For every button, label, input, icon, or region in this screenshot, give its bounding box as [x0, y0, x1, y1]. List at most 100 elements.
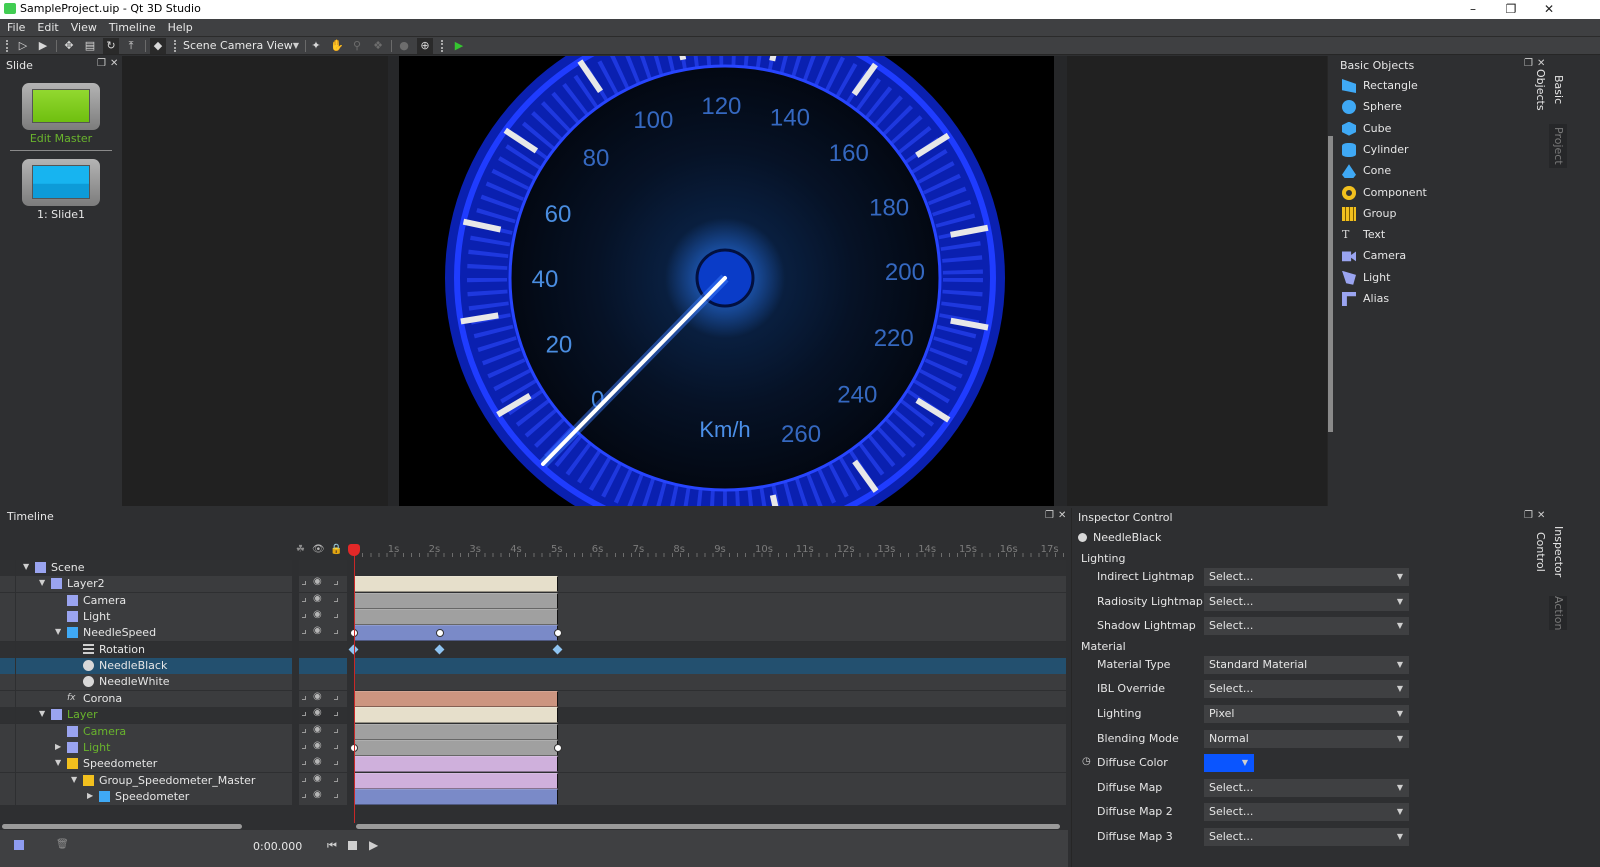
play-icon[interactable]: ▶ — [369, 838, 378, 852]
timeline-row[interactable]: ▼ Speedometer ◉ — [0, 756, 1068, 773]
expand-arrow-icon[interactable]: ▼ — [39, 578, 45, 587]
current-time[interactable]: 0:00.000 — [253, 840, 302, 853]
visibility-eye-icon[interactable]: ◉ — [313, 625, 322, 636]
timeline-row[interactable]: Light ◉ — [0, 609, 1068, 626]
visibility-eye-icon[interactable]: ◉ — [313, 593, 322, 604]
time-bar[interactable] — [354, 576, 558, 593]
visibility-toggle-icon[interactable]: 👁 — [312, 544, 325, 555]
rotate-tool-icon[interactable]: ↻ — [103, 38, 119, 54]
row-track[interactable] — [354, 723, 1066, 740]
row-track[interactable] — [350, 625, 1066, 642]
basic-object-cylinder[interactable]: Cylinder — [1342, 141, 1532, 161]
track-horizontal-scrollbar[interactable] — [356, 824, 1060, 829]
tab-project[interactable]: Project — [1549, 124, 1567, 168]
master-slide-thumbnail[interactable] — [22, 83, 100, 130]
row-name-cell[interactable]: ▼ Group_Speedometer_Master — [16, 772, 292, 789]
property-dropdown[interactable]: Select... ▼ — [1204, 568, 1409, 586]
playhead-handle[interactable] — [348, 544, 360, 556]
restore-button[interactable]: ❐ — [1492, 0, 1530, 19]
shy-checkbox[interactable] — [302, 728, 306, 733]
lock-checkbox[interactable] — [334, 695, 338, 700]
basic-object-alias[interactable]: Alias — [1342, 290, 1532, 310]
basic-object-cone[interactable]: Cone — [1342, 162, 1532, 182]
lock-checkbox[interactable] — [334, 777, 338, 782]
orbit-icon[interactable]: ❖ — [370, 38, 386, 54]
property-dropdown[interactable]: Normal ▼ — [1204, 729, 1409, 748]
timeline-row[interactable]: ▼ NeedleSpeed ◉ — [0, 625, 1068, 642]
property-dropdown[interactable]: Select... ▼ — [1204, 617, 1409, 636]
toolbar-grip[interactable] — [174, 40, 176, 52]
row-track[interactable] — [354, 560, 1066, 576]
row-name-cell[interactable]: ▼ Speedometer — [16, 756, 292, 773]
add-layer-icon[interactable] — [14, 840, 24, 850]
keyframe[interactable] — [554, 629, 562, 638]
tab-basic-objects[interactable]: Basic Objects — [1534, 58, 1567, 122]
time-bar[interactable] — [354, 739, 558, 756]
time-bar[interactable] — [354, 707, 558, 724]
menu-edit[interactable]: Edit — [31, 19, 64, 36]
row-track[interactable] — [354, 690, 1066, 707]
row-name-cell[interactable]: ▼ NeedleSpeed — [16, 625, 292, 642]
time-bar[interactable] — [354, 592, 558, 609]
basic-object-rectangle[interactable]: Rectangle — [1342, 77, 1532, 97]
row-name-cell[interactable]: NeedleBlack — [16, 658, 292, 675]
row-name-cell[interactable]: ▼ Scene — [16, 560, 292, 576]
row-name-cell[interactable]: NeedleWhite — [16, 674, 292, 691]
row-track[interactable] — [354, 658, 1066, 675]
time-bar[interactable] — [354, 625, 558, 642]
lock-checkbox[interactable] — [334, 630, 338, 635]
pan-icon[interactable]: ✋ — [329, 38, 345, 54]
row-track[interactable] — [354, 576, 1066, 593]
timeline-row[interactable]: NeedleBlack — [0, 658, 1068, 675]
row-track[interactable] — [354, 788, 1066, 805]
row-track[interactable] — [350, 739, 1066, 756]
shy-checkbox[interactable] — [302, 761, 306, 766]
row-track[interactable] — [354, 707, 1066, 724]
menu-file[interactable]: File — [0, 19, 31, 36]
collapse-arrow-icon[interactable]: ▶ — [55, 742, 61, 751]
tab-inspector-control[interactable]: Inspector Control — [1534, 510, 1567, 594]
stop-icon[interactable] — [348, 841, 357, 850]
menu-view[interactable]: View — [65, 19, 103, 36]
select-tool-icon[interactable]: ▷ — [15, 38, 31, 54]
row-name-cell[interactable]: Light — [16, 609, 292, 626]
slide-thumbnail[interactable] — [22, 159, 100, 206]
lock-checkbox[interactable] — [334, 581, 338, 586]
row-name-cell[interactable]: Camera — [16, 592, 292, 609]
basic-object-sphere[interactable]: Sphere — [1342, 98, 1532, 118]
basic-objects-scrollbar[interactable] — [1328, 136, 1333, 432]
expand-arrow-icon[interactable]: ▼ — [55, 758, 61, 767]
shy-checkbox[interactable] — [302, 614, 306, 619]
shy-checkbox[interactable] — [302, 744, 306, 749]
basic-object-cube[interactable]: Cube — [1342, 120, 1532, 140]
toolbar-grip[interactable] — [441, 40, 443, 52]
visibility-eye-icon[interactable]: ◉ — [313, 691, 322, 702]
time-bar[interactable] — [354, 609, 558, 626]
row-name-cell[interactable]: ▼ Layer — [16, 707, 292, 724]
keyframe[interactable] — [434, 644, 445, 655]
shy-checkbox[interactable] — [302, 695, 306, 700]
shading-icon[interactable]: ● — [396, 38, 412, 54]
slide-label[interactable]: 1: Slide1 — [0, 208, 122, 221]
lock-checkbox[interactable] — [334, 744, 338, 749]
property-dropdown[interactable]: Pixel ▼ — [1204, 705, 1409, 723]
expand-arrow-icon[interactable]: ▼ — [23, 562, 29, 571]
row-track[interactable] — [354, 592, 1066, 609]
property-dropdown[interactable]: Select... ▼ — [1204, 680, 1409, 699]
visibility-eye-icon[interactable]: ◉ — [313, 773, 322, 784]
property-dropdown[interactable]: Select... ▼ — [1204, 778, 1409, 797]
row-name-cell[interactable]: ▼ Layer2 — [16, 576, 292, 593]
local-global-tool-icon[interactable]: ⤒ — [123, 38, 139, 54]
close-icon[interactable]: ✕ — [1537, 510, 1545, 521]
minimize-button[interactable]: – — [1454, 0, 1492, 19]
expand-arrow-icon[interactable]: ▼ — [71, 775, 77, 784]
close-icon[interactable]: ✕ — [1058, 510, 1066, 521]
expand-arrow-icon[interactable]: ▼ — [55, 627, 61, 636]
shy-checkbox[interactable] — [302, 777, 306, 782]
shy-toggle-icon[interactable]: ☘ — [296, 544, 305, 555]
time-bar[interactable] — [354, 690, 558, 707]
lock-checkbox[interactable] — [334, 728, 338, 733]
shy-checkbox[interactable] — [302, 793, 306, 798]
lock-checkbox[interactable] — [334, 614, 338, 619]
lock-checkbox[interactable] — [334, 761, 338, 766]
